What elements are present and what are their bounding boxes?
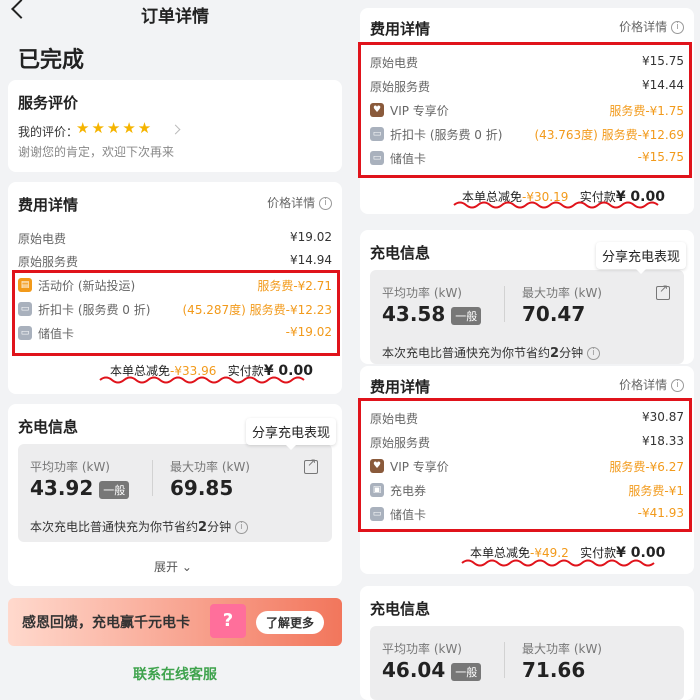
fee-title: 费用详情 xyxy=(370,378,431,396)
fee-row-label: 原始电费 xyxy=(18,232,67,246)
charge-note: 本次充电比普通快充为你节省约2分钟 i xyxy=(30,518,248,535)
charge-note-unit: 分钟 xyxy=(207,520,232,534)
review-title: 服务评价 xyxy=(18,94,79,112)
max-power-label: 最大功率 (kW) xyxy=(522,642,602,656)
avg-power-label: 平均功率 (kW) xyxy=(382,286,462,300)
review-thanks-text: 谢谢您的肯定，欢迎下次再来 xyxy=(18,145,175,159)
charge-note-text: 本次充电比普通快充为你节省约 xyxy=(30,520,199,534)
price-detail-link[interactable]: 价格详情 i xyxy=(619,376,684,393)
charge-title: 充电信息 xyxy=(18,418,79,436)
charge-info-card: 充电信息 平均功率 (kW) 46.04 一般 最大功率 (kW) 71.66 xyxy=(360,586,694,700)
avg-power-value: 46.04 一般 xyxy=(382,658,482,682)
fee-row-value: ¥14.94 xyxy=(290,253,332,267)
max-power-label: 最大功率 (kW) xyxy=(170,460,250,474)
order-detail-panel-left: 订单详情 已完成 服务评价 我的评价： ★★★★★ 谢谢您的肯定，欢迎下次再来 … xyxy=(0,0,350,700)
price-detail-link[interactable]: 价格详情 i xyxy=(267,194,332,211)
fee-title: 费用详情 xyxy=(370,20,431,38)
charge-title: 充电信息 xyxy=(370,600,431,618)
fee-row-label: 原始服务费 xyxy=(18,255,79,269)
page-title: 订单详情 xyxy=(141,7,209,27)
chevron-right-icon[interactable] xyxy=(170,124,181,135)
charge-note-text: 本次充电比普通快充为你节省约 xyxy=(382,346,551,360)
contact-service-link[interactable]: 联系在线客服 xyxy=(0,664,350,684)
underline-squiggle xyxy=(461,559,655,567)
max-power-value: 71.66 xyxy=(522,658,586,682)
divider xyxy=(504,642,505,678)
info-icon[interactable]: i xyxy=(671,21,684,34)
power-level-badge: 一般 xyxy=(99,480,130,499)
power-box: 平均功率 (kW) 43.58 一般 最大功率 (kW) 70.47 本次充电比普… xyxy=(370,270,684,364)
underline-squiggle xyxy=(99,376,305,384)
price-detail-link[interactable]: 价格详情 i xyxy=(619,18,684,35)
power-level-badge: 一般 xyxy=(451,662,482,681)
expand-toggle[interactable]: 展开 ⌄ xyxy=(154,558,192,575)
share-icon[interactable] xyxy=(656,282,670,300)
info-icon[interactable]: i xyxy=(234,521,248,534)
power-level-badge: 一般 xyxy=(451,306,482,325)
fee-title: 费用详情 xyxy=(18,196,79,214)
underline-squiggle xyxy=(453,201,659,209)
learn-more-button[interactable]: 了解更多 xyxy=(256,611,325,634)
rating-stars[interactable]: ★★★★★ xyxy=(76,119,153,137)
chevron-down-icon: ⌄ xyxy=(181,560,192,574)
banner-text: 感恩回馈，充电赢千元电卡 xyxy=(22,615,190,631)
order-status: 已完成 xyxy=(18,48,85,73)
charge-note-unit: 分钟 xyxy=(559,346,584,360)
price-detail-label: 价格详情 xyxy=(267,196,316,210)
fee-row: 原始服务费 ¥14.94 xyxy=(18,253,332,269)
share-tooltip: 分享充电表现 xyxy=(596,242,687,274)
avg-power-number: 43.58 xyxy=(382,302,446,326)
divider xyxy=(504,286,505,322)
charge-title: 充电信息 xyxy=(370,244,431,262)
fee-row-value: ¥19.02 xyxy=(290,230,332,244)
nav-bar: 订单详情 xyxy=(0,0,350,30)
expand-label: 展开 xyxy=(154,560,179,574)
max-power-value: 70.47 xyxy=(522,302,586,326)
max-power-label: 最大功率 (kW) xyxy=(522,286,602,300)
highlight-box xyxy=(358,398,692,532)
charge-note-number: 2 xyxy=(198,520,208,535)
avg-power-number: 43.92 xyxy=(30,476,94,500)
highlight-box xyxy=(12,270,340,356)
highlight-box xyxy=(358,42,692,178)
avg-power-label: 平均功率 (kW) xyxy=(382,642,462,656)
avg-power-label: 平均功率 (kW) xyxy=(30,460,110,474)
price-detail-label: 价格详情 xyxy=(619,378,668,392)
max-power-value: 69.85 xyxy=(170,476,234,500)
my-rating-label: 我的评价： xyxy=(18,125,79,139)
power-box: 平均功率 (kW) 43.92 一般 最大功率 (kW) 69.85 本次充电比普… xyxy=(18,444,332,542)
divider xyxy=(152,460,153,496)
share-tooltip: 分享充电表现 xyxy=(246,418,337,450)
fee-row: 原始电费 ¥19.02 xyxy=(18,230,332,246)
promo-banner[interactable]: 感恩回馈，充电赢千元电卡 ? 了解更多 xyxy=(8,598,342,646)
share-icon[interactable] xyxy=(304,456,318,474)
avg-power-value: 43.92 一般 xyxy=(30,476,130,500)
avg-power-value: 43.58 一般 xyxy=(382,302,482,326)
info-icon[interactable]: i xyxy=(671,379,684,392)
avg-power-number: 46.04 xyxy=(382,658,446,682)
price-detail-label: 价格详情 xyxy=(619,20,668,34)
order-detail-panel-right: 费用详情 价格详情 i 原始电费 ¥15.75 原始服务费 ¥14.44 ♥ V… xyxy=(354,0,700,700)
info-icon[interactable]: i xyxy=(319,197,332,210)
info-icon[interactable]: i xyxy=(586,347,600,360)
gift-box-icon: ? xyxy=(210,604,246,638)
review-card: 服务评价 我的评价： ★★★★★ 谢谢您的肯定，欢迎下次再来 xyxy=(8,80,342,172)
charge-note-number: 2 xyxy=(550,346,560,361)
power-box: 平均功率 (kW) 46.04 一般 最大功率 (kW) 71.66 xyxy=(370,626,684,700)
charge-note: 本次充电比普通快充为你节省约2分钟 i xyxy=(382,344,600,361)
